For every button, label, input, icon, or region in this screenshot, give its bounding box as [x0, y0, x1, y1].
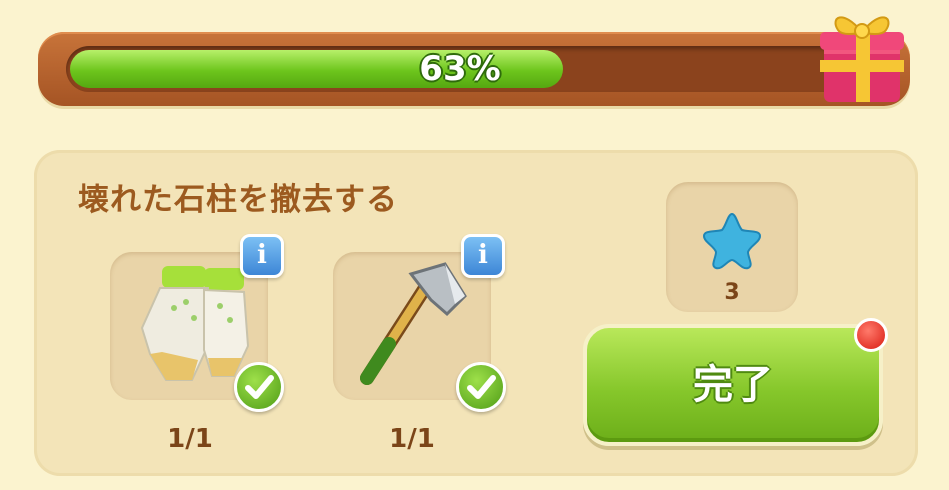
blue-star-icon: [702, 212, 762, 270]
task-title: 壊れた石柱を撤去する: [78, 182, 398, 218]
requirement-count: 1/1: [167, 424, 213, 454]
check-icon: [456, 362, 506, 412]
reward-count: 3: [724, 280, 740, 305]
gift-box-icon[interactable]: [812, 0, 912, 108]
axe-icon: [360, 262, 467, 385]
info-icon[interactable]: i: [461, 234, 505, 278]
info-icon[interactable]: i: [240, 234, 284, 278]
progress-percent: 63%: [419, 49, 501, 89]
requirement-count: 1/1: [389, 424, 435, 454]
complete-button-label[interactable]: 完了: [583, 324, 883, 446]
check-icon: [234, 362, 284, 412]
gloves-icon: [140, 266, 250, 381]
notification-dot: [854, 318, 888, 352]
